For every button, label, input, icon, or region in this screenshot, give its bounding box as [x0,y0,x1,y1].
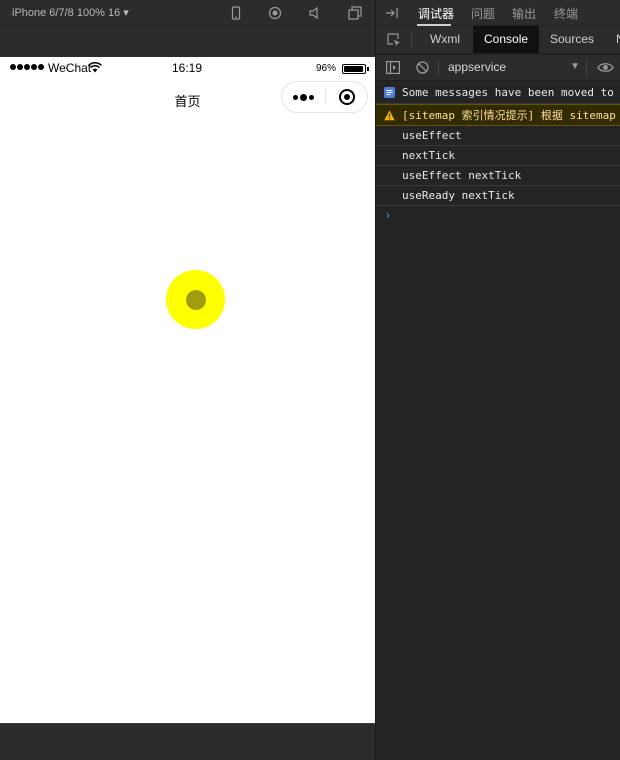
more-dots-icon [293,94,298,100]
status-bar: WeChat 16:19 96% [0,57,375,79]
console-message-log: useEffect nextTick [376,166,620,186]
info-icon [384,87,395,98]
devtools-top-bar: 调试器 问题 输出 终端 [376,0,620,26]
console-message-text: [sitemap 索引情况提示] 根据 sitemap [402,109,616,122]
prompt-chevron-icon: › [386,208,390,222]
menu-capsule [281,81,368,113]
console-message-text: nextTick [402,149,455,162]
device-selector[interactable]: iPhone 6/7/8 100% 16 ▾ [12,6,129,19]
target-icon [339,89,355,105]
record-icon[interactable] [268,6,282,20]
console-message-warning: [sitemap 索引情况提示] 根据 sitemap [376,104,620,126]
warning-icon [384,110,395,121]
console-message-log: useEffect [376,126,620,146]
more-options-button[interactable] [282,82,325,112]
speaker-icon[interactable] [308,6,322,20]
close-miniprogram-button[interactable] [326,82,368,112]
tab-wxml[interactable]: Wxml [420,26,470,53]
phone-icon[interactable] [229,6,243,20]
clear-console-icon[interactable] [416,61,429,74]
console-toolbar: appservice ▼ [376,55,620,81]
console-message-text: Some messages have been moved to t [402,86,620,99]
loading-indicator-center [185,289,206,310]
toolbar-divider [438,60,439,76]
tab-problems[interactable]: 问题 [471,5,495,22]
tab-console[interactable]: Console [473,26,539,53]
console-message-info: Some messages have been moved to t [376,82,620,104]
tab-output[interactable]: 输出 [512,5,536,22]
dropdown-arrow-icon[interactable]: ▼ [570,61,580,72]
tab-debugger[interactable]: 调试器 [418,5,454,22]
console-message-log: useReady nextTick [376,186,620,206]
devtools-pane: 调试器 问题 输出 终端 Wxml Console Sources N apps… [375,0,620,760]
tab-terminal[interactable]: 终端 [554,5,578,22]
toolbar-divider [586,60,587,76]
eye-icon[interactable] [597,61,614,74]
tab-sources[interactable]: Sources [540,26,604,53]
console-message-text: useEffect [402,129,462,142]
carrier-label: WeChat [48,61,92,75]
toolbar-divider [411,32,412,48]
sidebar-toggle-icon[interactable] [386,61,400,74]
battery-icon [342,64,369,74]
detach-window-icon[interactable] [348,6,362,20]
simulator-pane: iPhone 6/7/8 100% 16 ▾ WeChat 16:19 96% … [0,0,375,760]
navigation-bar: 首页 [0,79,375,119]
wifi-icon [88,62,102,73]
loading-indicator [166,270,225,329]
simulator-frame-bottom [0,723,375,760]
console-prompt[interactable]: › [376,206,620,226]
console-message-log: nextTick [376,146,620,166]
console-output: Some messages have been moved to t [site… [376,82,620,226]
tab-network[interactable]: N [606,26,620,53]
simulator-toolbar: iPhone 6/7/8 100% 16 ▾ [0,0,375,26]
status-time: 16:19 [172,61,203,75]
console-message-text: useEffect nextTick [402,169,522,182]
simulator-frame-top [0,26,375,57]
inspect-element-icon[interactable] [387,33,401,47]
battery-percent: 96% [316,63,337,74]
dock-side-icon[interactable] [385,6,399,20]
context-selector[interactable]: appservice [448,60,506,74]
devtools-panel-tabs: Wxml Console Sources N [376,26,620,54]
phone-screen: WeChat 16:19 96% 首页 [0,57,375,723]
console-message-text: useReady nextTick [402,189,515,202]
signal-strength-icon [10,64,44,70]
